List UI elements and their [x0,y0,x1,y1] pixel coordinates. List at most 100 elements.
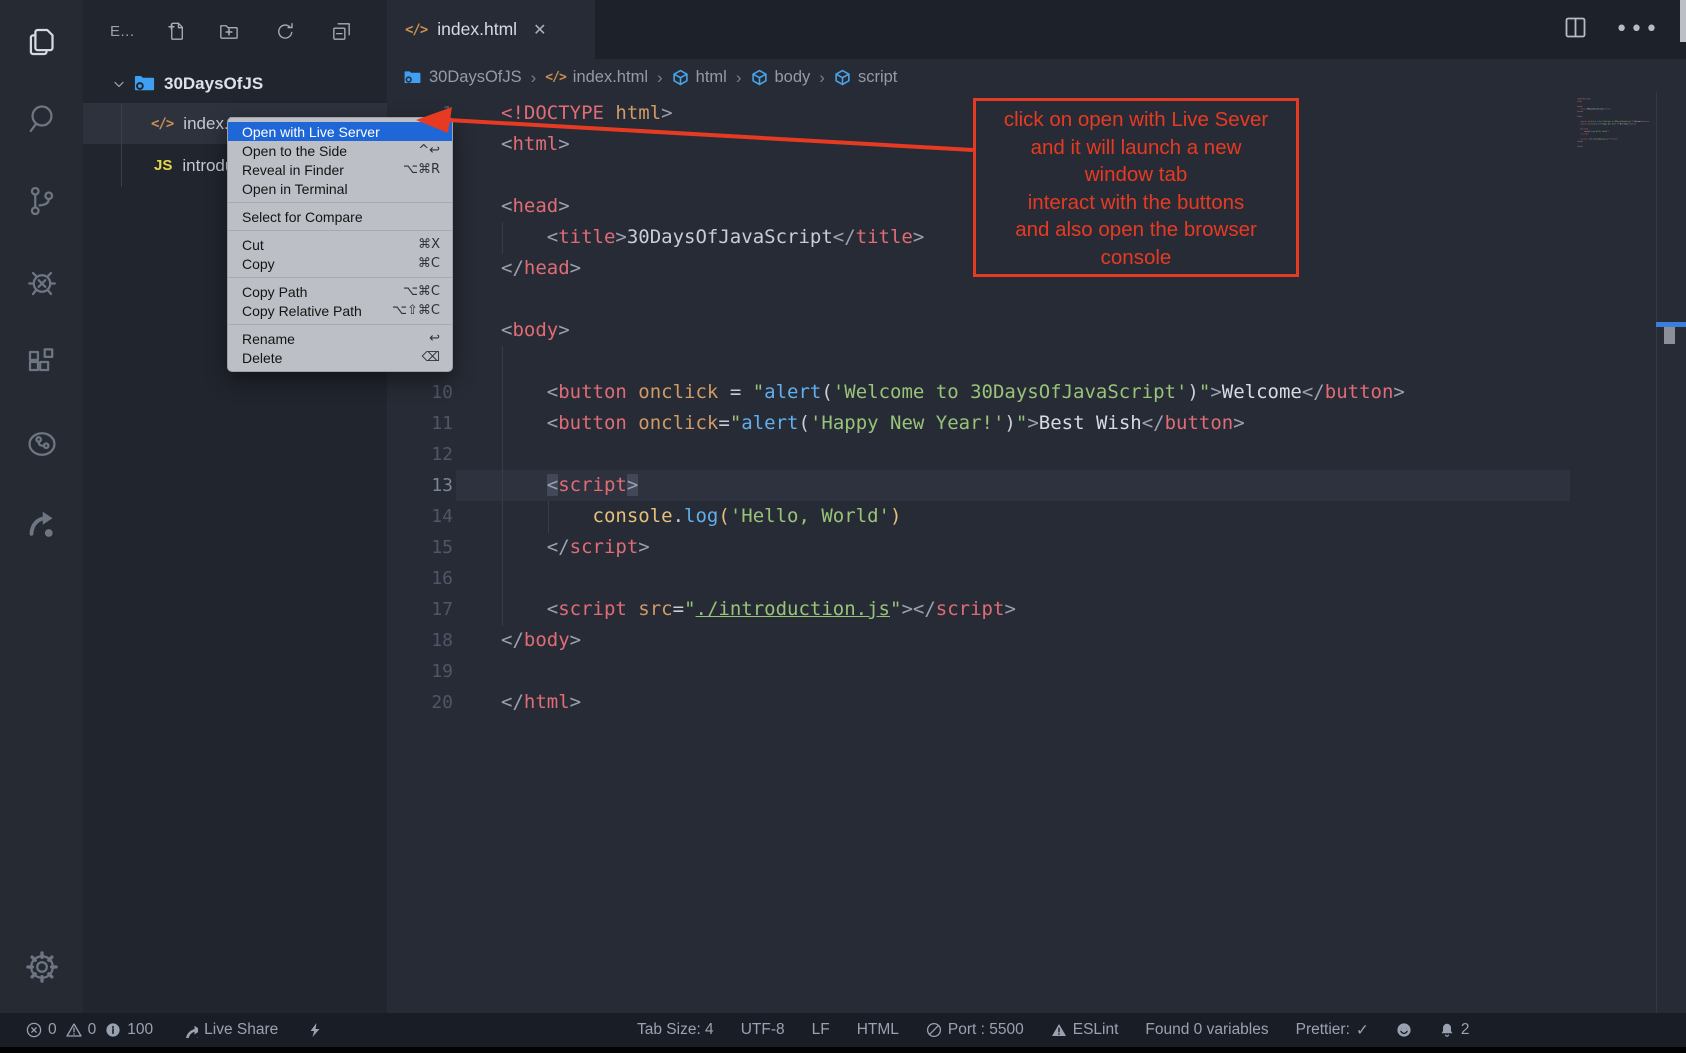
status-item-live-share[interactable]: Live Share [182,1021,278,1039]
cube-icon [834,69,851,86]
split-editor-icon[interactable] [1562,14,1589,46]
menu-item-label: Copy Path [242,284,403,300]
info-icon [105,1022,121,1038]
code-line-20[interactable]: 20</html> [387,687,1656,718]
menu-item-cut[interactable]: Cut⌘X [228,235,452,254]
vscode-window: E... 30DaysOfJS</>index.htmlJSintroducti… [0,0,1686,1053]
status-item-eslint[interactable]: ESLint [1051,1021,1119,1039]
code-line-8[interactable]: 8<body> [387,315,1656,346]
code-line-10[interactable]: 10 <button onclick = "alert('Welcome to … [387,377,1656,408]
status-item-text: 0 [48,1021,57,1039]
status-item-port-5500[interactable]: Port : 5500 [926,1021,1024,1039]
context-menu: Open with Live ServerOpen to the Side^↩R… [227,117,453,372]
more-actions-icon[interactable]: ••• [1615,17,1660,42]
refresh-icon[interactable] [271,17,299,45]
code-line-7[interactable]: 7 [387,284,1656,315]
breadcrumb-item-script[interactable]: script [834,68,897,87]
status-item-utf-8[interactable]: UTF-8 [741,1021,785,1039]
menu-item-rename[interactable]: Rename↩ [228,329,452,348]
new-file-icon[interactable] [163,17,191,45]
status-bar: 00 100 Live Share Tab Size: 4 UTF-8 LF HTML Po… [0,1013,1686,1047]
menu-item-shortcut: ↩ [429,331,440,346]
tab-close-icon[interactable]: ✕ [533,20,546,39]
menu-item-label: Cut [242,237,418,253]
annotation-text-line: and also open the browser [976,216,1296,244]
menu-separator [228,324,452,325]
line-number: 13 [387,470,453,501]
tree-folder-30daysofjs[interactable]: 30DaysOfJS [83,63,387,104]
status-item-2[interactable]: 2 [1439,1021,1470,1039]
code-line-16[interactable]: 16 [387,563,1656,594]
menu-item-open-with-live-server[interactable]: Open with Live Server [228,122,452,141]
status-item-tab-size-4[interactable]: Tab Size: 4 [637,1021,714,1039]
code-line-9[interactable]: 9 [387,346,1656,377]
annotation-text-line: click on open with Live Sever [976,106,1296,134]
menu-item-label: Rename [242,331,429,347]
code-line-11[interactable]: 11 <button onclick="alert('Happy New Yea… [387,408,1656,439]
status-item-bolt[interactable] [307,1022,323,1038]
breadcrumb-item-30daysofjs[interactable]: 30DaysOfJS [403,68,522,87]
menu-item-shortcut: ⌘C [418,256,440,271]
breadcrumb-item-body[interactable]: body [751,68,811,87]
status-item-0[interactable]: 0 [26,1021,57,1039]
menu-item-label: Delete [242,350,422,366]
new-folder-icon[interactable] [214,17,242,45]
annotation-text-line: window tab [976,161,1296,189]
debug-icon[interactable] [0,252,83,312]
menu-item-shortcut: ⌥⌘C [403,284,440,299]
error-icon [26,1022,42,1038]
status-item-text: 100 [127,1021,153,1039]
code-line-13[interactable]: 13 <script> [387,470,1656,501]
live-share-icon[interactable] [0,494,83,554]
menu-item-delete[interactable]: Delete⌫ [228,348,452,367]
status-item-prettier[interactable]: Prettier:✓ [1296,1021,1369,1039]
menu-item-open-to-the-side[interactable]: Open to the Side^↩ [228,141,452,160]
minimap[interactable]: <!DOCTYPE html><html><head> <title>30Day… [1573,98,1651,158]
menu-item-select-for-compare[interactable]: Select for Compare [228,207,452,226]
extensions-icon[interactable] [0,332,83,392]
overview-ruler-border [1656,92,1657,1013]
breadcrumb-item-index-html[interactable]: </>index.html [545,68,648,87]
status-item-found-0-variables[interactable]: Found 0 variables [1145,1021,1268,1039]
code-line-12[interactable]: 12 [387,439,1656,470]
tab-label: index.html [437,19,517,40]
status-item-text: ESLint [1073,1021,1119,1039]
folder-label: 30DaysOfJS [164,74,263,94]
menu-item-reveal-in-finder[interactable]: Reveal in Finder⌥⌘R [228,160,452,179]
menu-item-open-in-terminal[interactable]: Open in Terminal [228,179,452,198]
menu-item-shortcut: ⌫ [422,350,440,365]
code-line-15[interactable]: 15 </script> [387,532,1656,563]
code-line-18[interactable]: 18</body> [387,625,1656,656]
search-icon[interactable] [0,89,83,149]
source-control-icon[interactable] [0,171,83,231]
code-line-17[interactable]: 17 <script src="./introduction.js"></scr… [387,594,1656,625]
menu-item-copy-path[interactable]: Copy Path⌥⌘C [228,282,452,301]
line-number: 12 [387,439,453,470]
status-item-smiley[interactable] [1396,1022,1412,1038]
collapse-all-icon[interactable] [327,17,355,45]
menu-item-copy-relative-path[interactable]: Copy Relative Path⌥⇧⌘C [228,301,452,320]
line-number: 16 [387,563,453,594]
menu-item-shortcut: ⌘X [418,237,440,252]
bolt-icon [307,1022,323,1038]
code-line-19[interactable]: 19 [387,656,1656,687]
gitlens-icon[interactable] [0,414,83,474]
editor-tab-bar: </> index.html ✕ ••• [387,0,1686,59]
explorer-header: E... [83,14,387,48]
status-item-html[interactable]: HTML [857,1021,899,1039]
status-item-0[interactable]: 0 [66,1021,97,1039]
tab-index-html[interactable]: </> index.html ✕ [387,0,595,59]
status-item-100[interactable]: 100 [105,1021,153,1039]
breadcrumb-item-html[interactable]: html [672,68,727,87]
settings-gear-icon[interactable] [0,937,83,997]
explorer-icon[interactable] [0,12,83,72]
status-item-lf[interactable]: LF [812,1021,830,1039]
annotation-box: click on open with Live Severand it will… [973,98,1299,277]
menu-item-label: Copy [242,256,418,272]
breadcrumb-label: index.html [573,68,648,87]
overview-ruler-handle[interactable] [1664,327,1675,344]
code-line-14[interactable]: 14 console.log('Hello, World') [387,501,1656,532]
menu-item-copy[interactable]: Copy⌘C [228,254,452,273]
js-file-icon: JS [154,157,172,174]
menu-item-shortcut: ^↩ [418,143,440,158]
